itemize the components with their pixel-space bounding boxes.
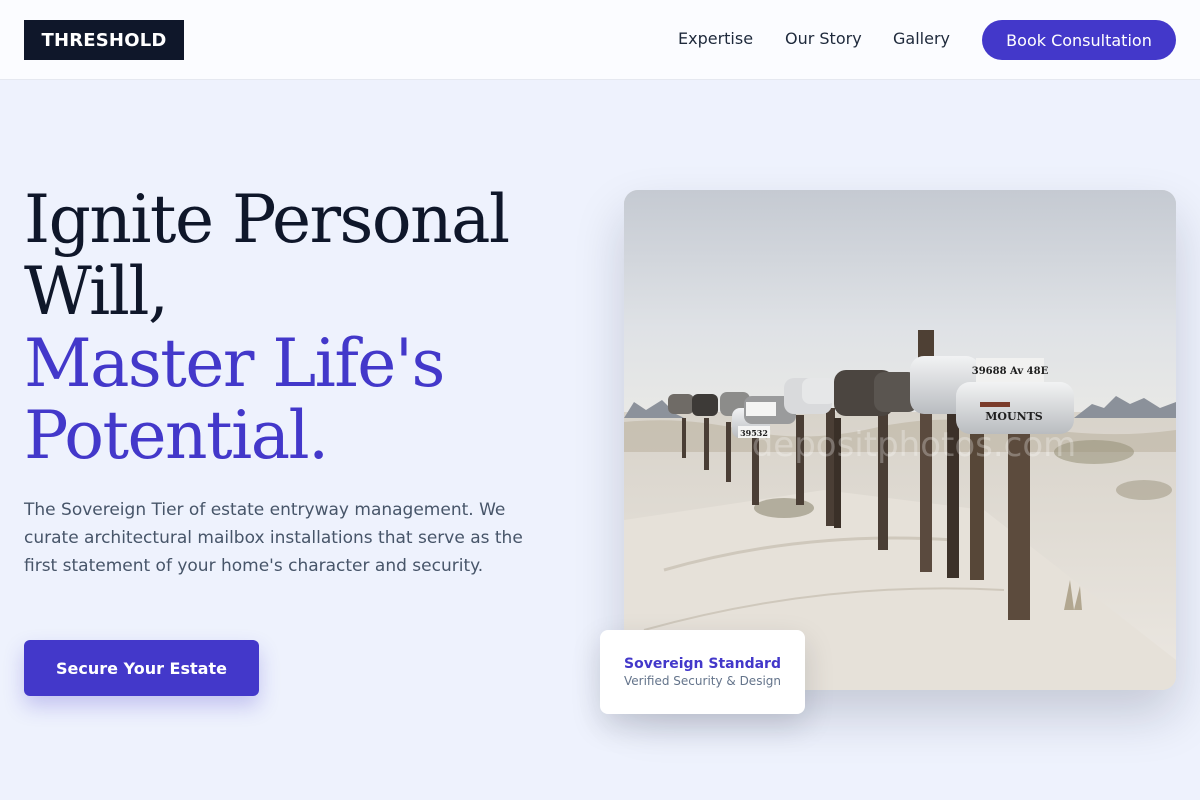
- mailbox-sign-name: MOUNTS: [985, 410, 1043, 423]
- hero-mailbox-photo: 39688 Av 48E MOUNTS 39532 depositphotos.…: [624, 190, 1176, 690]
- image-watermark: depositphotos.com: [752, 425, 1077, 465]
- hero-headline-line-2: Will,: [24, 253, 169, 330]
- site-header: THRESHOLD Expertise Our Story Gallery Bo…: [0, 0, 1200, 80]
- hero-headline-line-1: Ignite Personal: [24, 181, 510, 258]
- hero-description: The Sovereign Tier of estate entryway ma…: [24, 500, 523, 576]
- brand-logo[interactable]: THRESHOLD: [24, 20, 184, 60]
- badge-title: Sovereign Standard: [624, 656, 781, 672]
- book-consultation-button[interactable]: Book Consultation: [982, 20, 1176, 60]
- secure-your-estate-button[interactable]: Secure Your Estate: [24, 640, 259, 696]
- nav-link-expertise[interactable]: Expertise: [678, 29, 753, 49]
- sovereign-standard-badge: Sovereign Standard Verified Security & D…: [600, 630, 805, 714]
- hero-headline-accent-line-2: Potential.: [24, 397, 329, 474]
- badge-subtitle: Verified Security & Design: [624, 674, 781, 688]
- hero-headline: Ignite Personal Will, Master Life's Pote…: [24, 184, 584, 472]
- nav-link-gallery[interactable]: Gallery: [893, 29, 950, 49]
- hero-headline-accent-line-1: Master Life's: [24, 325, 445, 402]
- nav-link-our-story[interactable]: Our Story: [785, 29, 862, 49]
- mailbox-sign-address: 39688 Av 48E: [972, 366, 1049, 377]
